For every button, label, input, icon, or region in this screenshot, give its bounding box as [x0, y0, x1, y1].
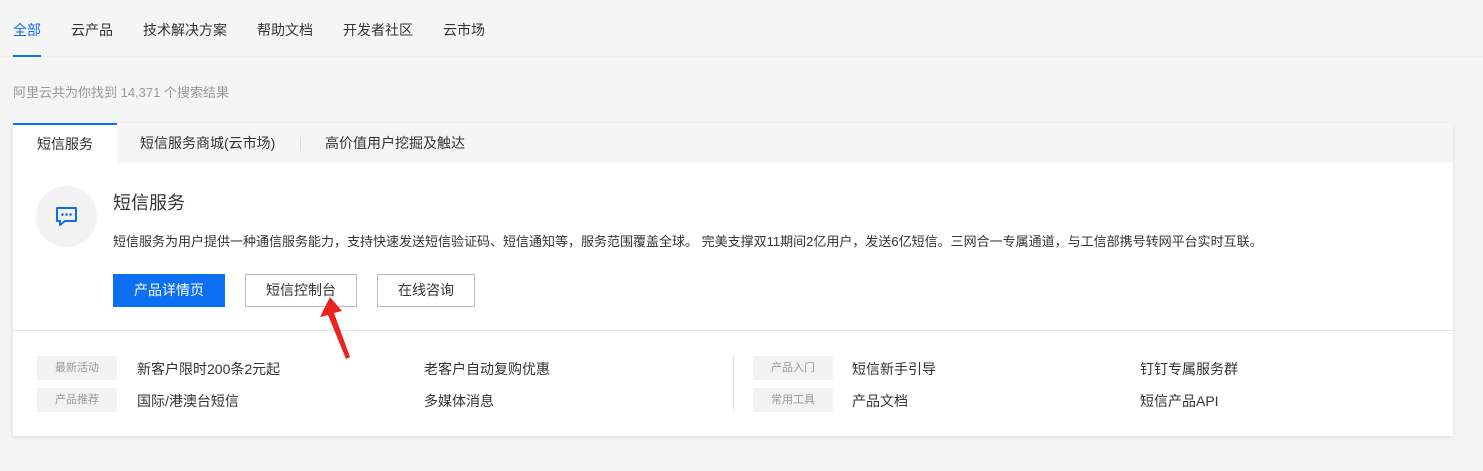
tab-developer-community[interactable]: 开发者社区	[343, 0, 413, 57]
card-tab-user-mining[interactable]: 高价值用户挖掘及触达	[325, 123, 465, 163]
online-consult-button[interactable]: 在线咨询	[377, 274, 475, 307]
link-new-customer-offer[interactable]: 新客户限时200条2元起	[137, 359, 280, 379]
top-nav: 全部 云产品 技术解决方案 帮助文档 开发者社区 云市场	[0, 0, 1483, 57]
tab-separator	[300, 137, 301, 151]
product-card: 短信服务 短信服务商城(云市场) 高价值用户挖掘及触达 短信服务 短信服务为用户…	[13, 123, 1453, 436]
link-multimedia-message[interactable]: 多媒体消息	[424, 391, 494, 411]
tab-help-docs[interactable]: 帮助文档	[257, 0, 313, 57]
link-sms-beginner-guide[interactable]: 短信新手引导	[852, 359, 936, 379]
link-repurchase-offer[interactable]: 老客户自动复购优惠	[424, 359, 550, 379]
tab-all[interactable]: 全部	[13, 0, 41, 57]
section-divider	[13, 330, 1453, 331]
card-tabs: 短信服务 短信服务商城(云市场) 高价值用户挖掘及触达	[13, 123, 1453, 163]
red-arrow-icon	[320, 297, 350, 359]
message-bubble-icon	[36, 186, 97, 247]
tab-solutions[interactable]: 技术解决方案	[143, 0, 227, 57]
tag-common-tools: 常用工具	[753, 388, 833, 412]
tag-product-recommend: 产品推荐	[37, 388, 117, 412]
product-description: 短信服务为用户提供一种通信服务能力，支持快速发送短信验证码、短信通知等，服务范围…	[113, 234, 1263, 249]
tag-latest-activity: 最新活动	[37, 356, 117, 380]
link-product-docs[interactable]: 产品文档	[852, 391, 908, 411]
column-divider	[733, 355, 734, 411]
link-international-sms[interactable]: 国际/港澳台短信	[137, 391, 239, 411]
link-dingtalk-group[interactable]: 钉钉专属服务群	[1140, 359, 1238, 379]
link-sms-api[interactable]: 短信产品API	[1140, 391, 1219, 411]
tag-getting-started: 产品入门	[753, 356, 833, 380]
product-title: 短信服务	[113, 193, 185, 213]
card-tab-sms-mall[interactable]: 短信服务商城(云市场)	[140, 123, 275, 163]
product-detail-button[interactable]: 产品详情页	[113, 274, 225, 307]
tab-marketplace[interactable]: 云市场	[443, 0, 485, 57]
tab-cloud-products[interactable]: 云产品	[71, 0, 113, 57]
card-tab-sms[interactable]: 短信服务	[13, 123, 117, 163]
result-count: 阿里云共为你找到 14,371 个搜索结果	[13, 85, 229, 100]
